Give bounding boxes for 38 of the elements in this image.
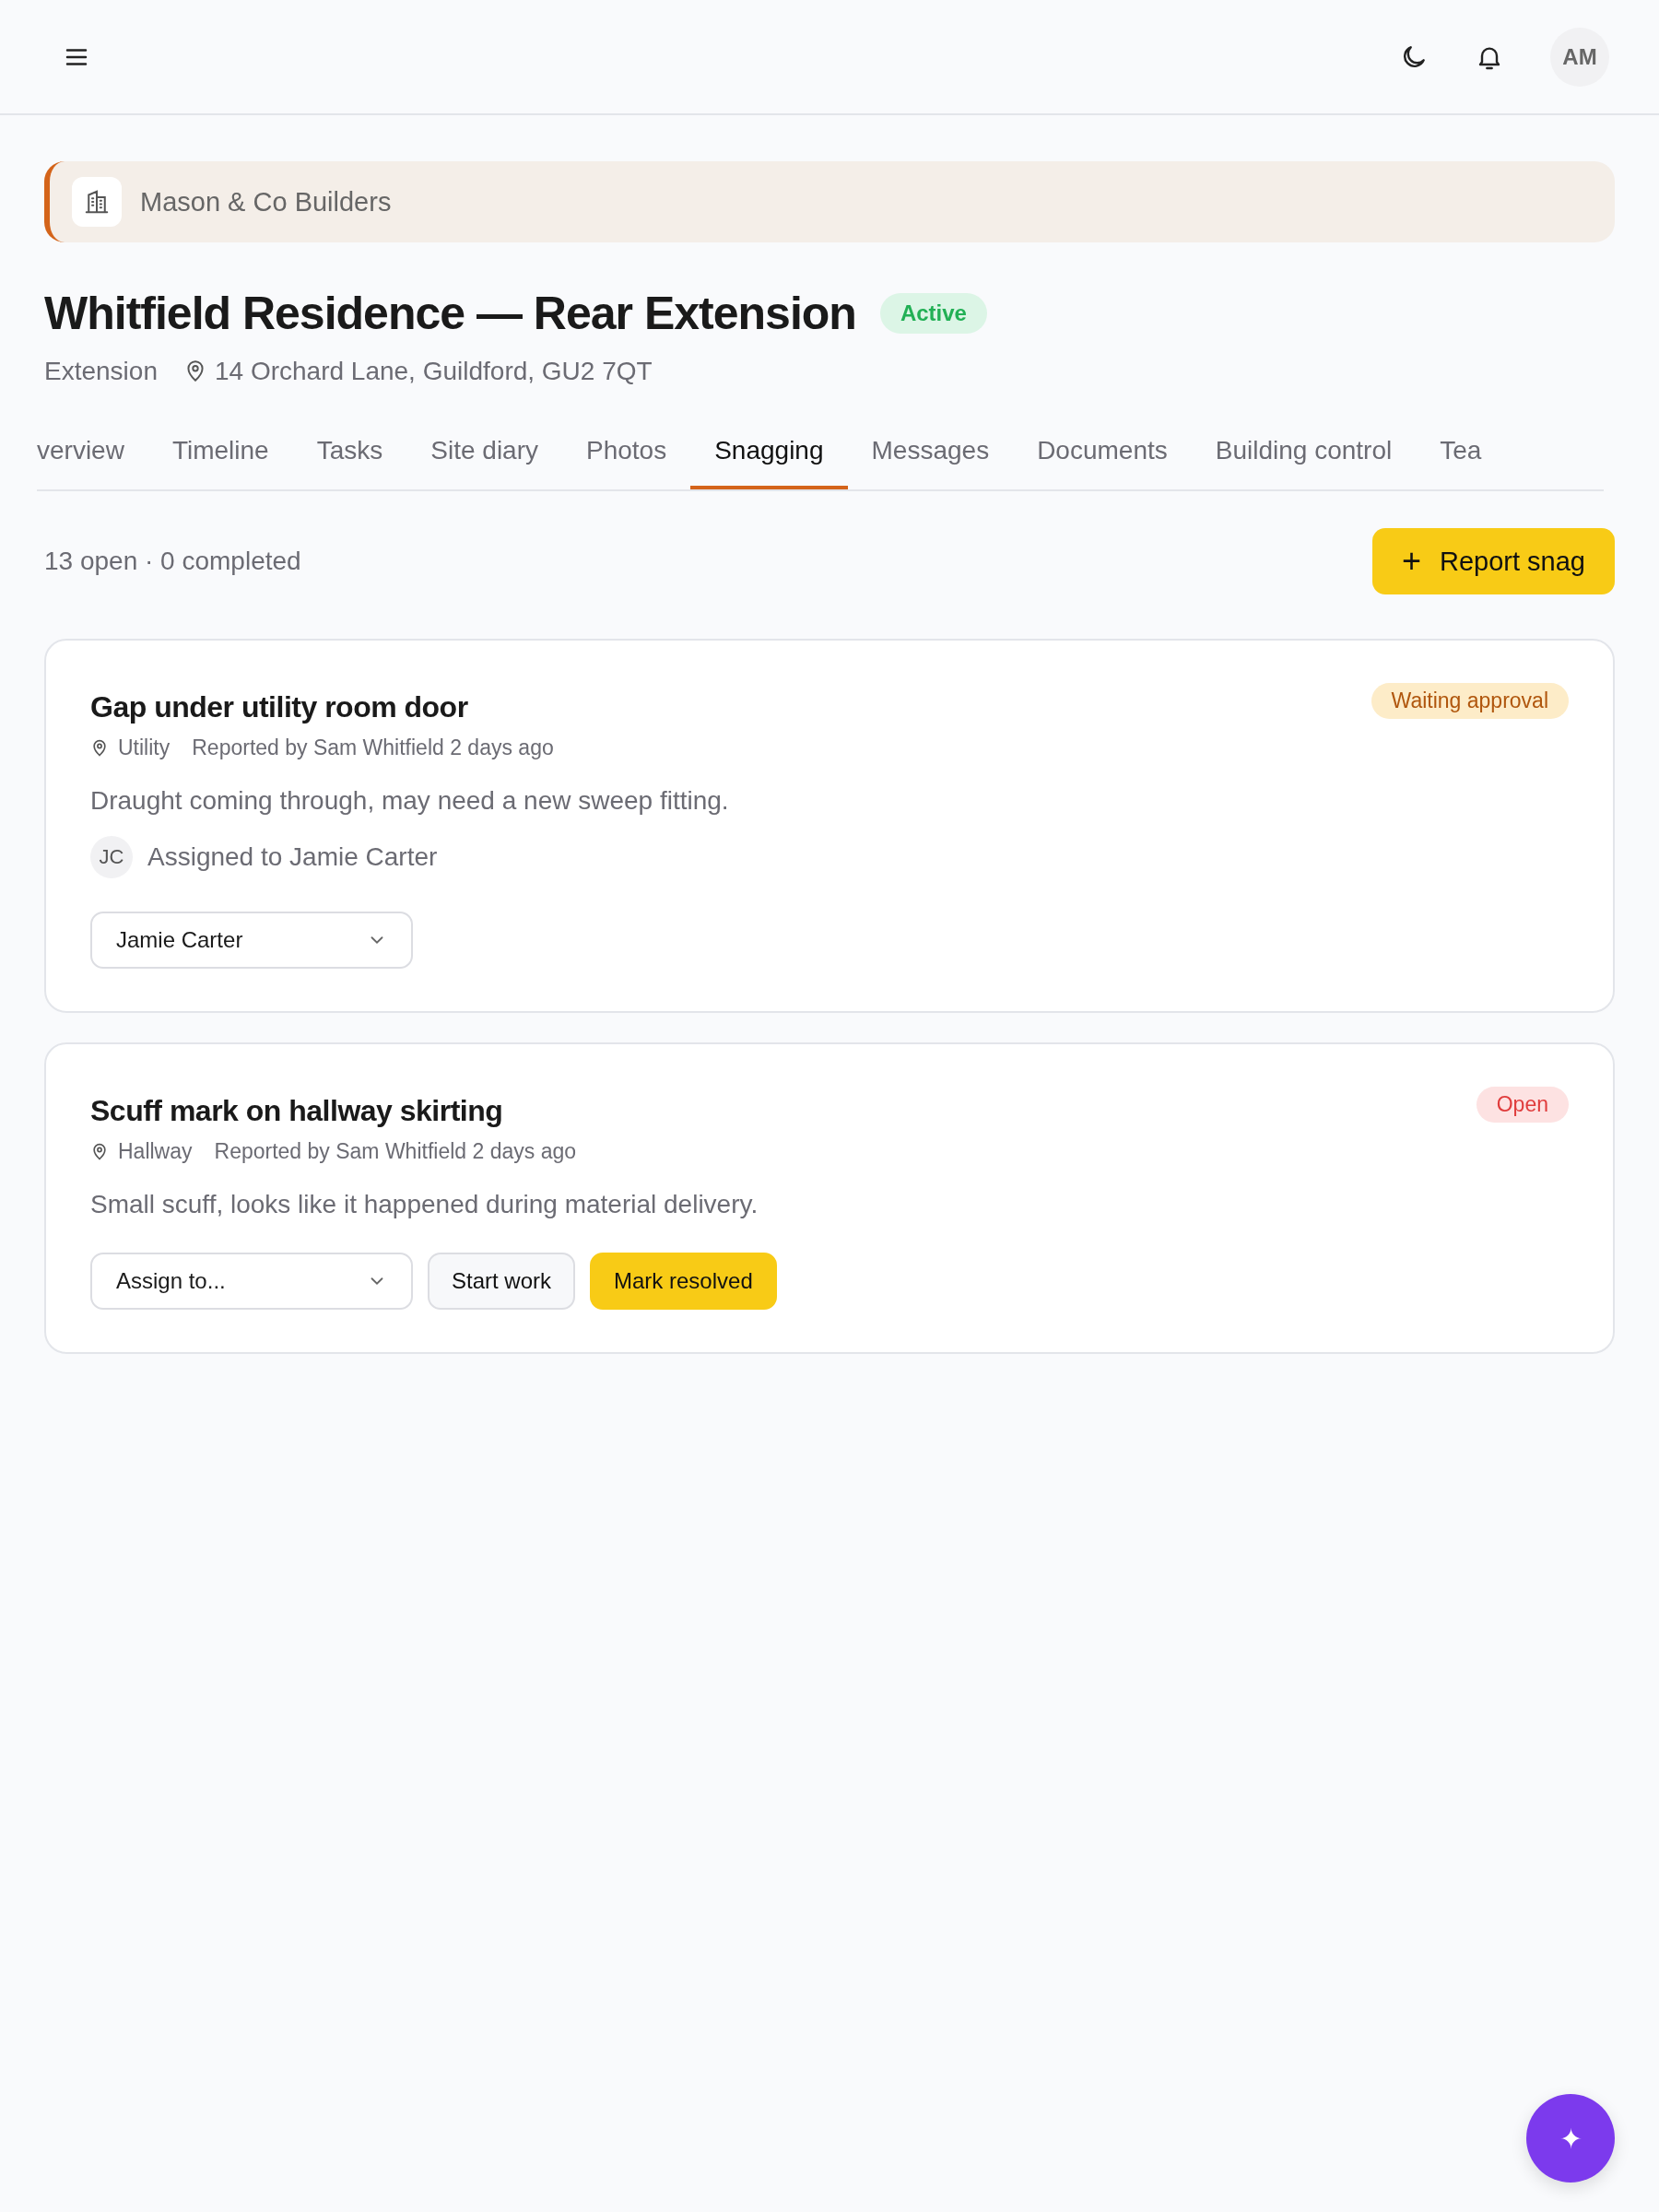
tab[interactable]: Tasks bbox=[292, 419, 407, 489]
tab[interactable]: Documents bbox=[1013, 419, 1192, 489]
snag-location: Utility bbox=[118, 735, 171, 760]
location-pin-icon bbox=[90, 738, 109, 758]
start-work-button[interactable]: Start work bbox=[428, 1253, 576, 1310]
snag-description: Small scuff, looks like it happened during material delivery. bbox=[90, 1190, 759, 1219]
tab[interactable]: Building control bbox=[1191, 419, 1417, 489]
snag-title: Gap under utility room door bbox=[90, 690, 468, 724]
assigned-to: Assigned to Jamie Carter bbox=[147, 842, 438, 872]
assignee-dropdown[interactable]: Jamie Carter bbox=[90, 912, 413, 969]
snag-location: Hallway bbox=[118, 1139, 193, 1164]
tab[interactable]: Snagging bbox=[690, 419, 848, 489]
assignee-dropdown[interactable]: Assign to... bbox=[90, 1253, 413, 1310]
building-icon bbox=[83, 188, 111, 216]
report-snag-button[interactable]: + Report snag bbox=[1371, 528, 1615, 594]
tab[interactable]: Messages bbox=[847, 419, 1014, 489]
tab[interactable]: Photos bbox=[562, 419, 691, 489]
snag-summary: 13 open · 0 completed bbox=[44, 547, 301, 576]
tab[interactable]: verview bbox=[37, 419, 148, 489]
assistant-button[interactable]: ✦ bbox=[1526, 2094, 1615, 2183]
status-badge: Waiting approval bbox=[1371, 683, 1569, 719]
status-badge: Active bbox=[879, 293, 987, 334]
snag-description: Draught coming through, may need a new sweep fitting. bbox=[90, 786, 730, 816]
assignee-avatar: JC bbox=[90, 836, 133, 878]
location-pin-icon bbox=[90, 1142, 109, 1161]
project-address: 14 Orchard Lane, Guildford, GU2 7QT bbox=[214, 357, 653, 386]
tab[interactable]: Tea bbox=[1416, 419, 1506, 489]
tab[interactable]: Timeline bbox=[147, 419, 293, 489]
reported-by: Reported by Sam Whitfield 2 days ago bbox=[214, 1139, 576, 1164]
project-title: Whitfield Residence — Rear Extension bbox=[44, 287, 856, 340]
reported-by: Reported by Sam Whitfield 2 days ago bbox=[192, 735, 554, 760]
snag-title: Scuff mark on hallway skirting bbox=[90, 1094, 503, 1128]
tab[interactable]: Site diary bbox=[406, 419, 562, 489]
status-badge: Open bbox=[1476, 1087, 1569, 1123]
mark-resolved-button[interactable]: Mark resolved bbox=[590, 1253, 777, 1310]
user-avatar[interactable]: AM bbox=[1550, 27, 1609, 87]
company-name: Mason & Co Builders bbox=[140, 186, 392, 218]
project-type: Extension bbox=[44, 357, 158, 386]
